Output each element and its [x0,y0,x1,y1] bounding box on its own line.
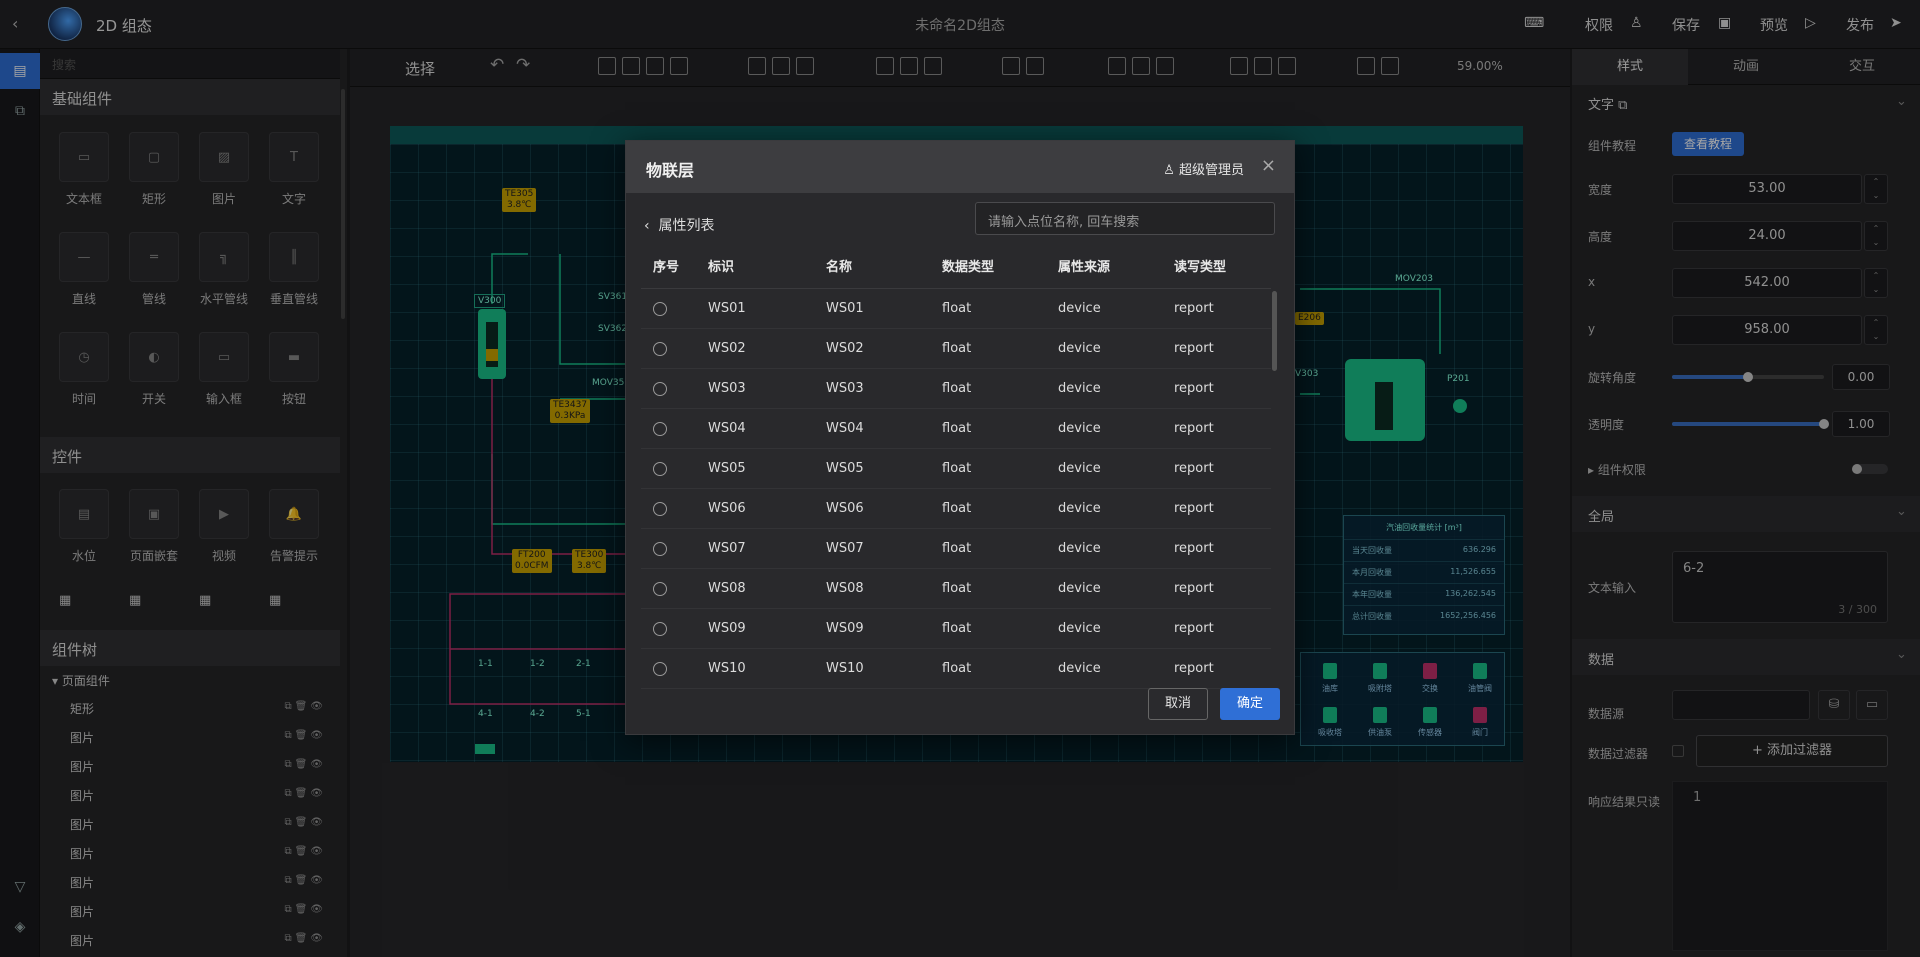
cell-rw: report [1174,301,1214,316]
table-scrollbar[interactable] [1272,291,1277,371]
col-rw-type: 读写类型 [1174,260,1227,275]
table-row[interactable]: WS02 WS02 float device report [641,329,1271,369]
cell-type: float [942,301,972,316]
cell-id: WS09 [708,621,746,636]
row-radio[interactable] [653,302,667,316]
cell-name: WS07 [826,541,864,556]
current-user: ♙ 超级管理员 [1163,163,1244,178]
confirm-button[interactable]: 确定 [1220,688,1280,720]
cell-rw: report [1174,421,1214,436]
cell-type: float [942,621,972,636]
table-row[interactable]: WS04 WS04 float device report [641,409,1271,449]
cell-id: WS08 [708,581,746,596]
cell-type: float [942,501,972,516]
table-row[interactable]: WS06 WS06 float device report [641,489,1271,529]
cell-type: float [942,581,972,596]
cell-source: device [1058,301,1101,316]
table-row[interactable]: WS05 WS05 float device report [641,449,1271,489]
dialog-header: 物联层 ♙ 超级管理员 × [626,141,1294,193]
back-to-list-button[interactable]: ‹ 属性列表 [644,215,715,235]
row-radio[interactable] [653,502,667,516]
table-body: WS01 WS01 float device report WS02 WS02 float de… [641,289,1271,689]
table-row[interactable]: WS10 WS10 float device report [641,649,1271,689]
user-icon: ♙ [1163,163,1179,178]
cell-name: WS02 [826,341,864,356]
cell-source: device [1058,661,1101,676]
cell-id: WS04 [708,421,746,436]
cell-type: float [942,381,972,396]
cell-rw: report [1174,541,1214,556]
row-radio[interactable] [653,422,667,436]
cell-name: WS01 [826,301,864,316]
table-row[interactable]: WS03 WS03 float device report [641,369,1271,409]
cell-id: WS03 [708,381,746,396]
dialog-title: 物联层 [646,161,695,180]
cell-source: device [1058,501,1101,516]
chevron-left-icon: ‹ [644,218,659,234]
cell-type: float [942,461,972,476]
cell-name: WS08 [826,581,864,596]
cell-type: float [942,341,972,356]
col-data-type: 数据类型 [942,260,995,275]
col-name: 名称 [826,260,853,275]
row-radio[interactable] [653,542,667,556]
col-source: 属性来源 [1058,260,1111,275]
cell-source: device [1058,621,1101,636]
cell-name: WS09 [826,621,864,636]
cell-rw: report [1174,501,1214,516]
table-row[interactable]: WS07 WS07 float device report [641,529,1271,569]
cell-id: WS02 [708,341,746,356]
cell-source: device [1058,421,1101,436]
cell-id: WS07 [708,541,746,556]
attribute-table: 序号 标识 名称 数据类型 属性来源 读写类型 WS01 WS01 float dev… [641,247,1271,689]
cell-source: device [1058,381,1101,396]
cell-rw: report [1174,341,1214,356]
cell-source: device [1058,341,1101,356]
col-index: 序号 [653,260,680,275]
cell-name: WS03 [826,381,864,396]
row-radio[interactable] [653,462,667,476]
cell-source: device [1058,581,1101,596]
row-radio[interactable] [653,582,667,596]
cell-type: float [942,421,972,436]
cell-rw: report [1174,581,1214,596]
table-row[interactable]: WS09 WS09 float device report [641,609,1271,649]
cell-name: WS05 [826,461,864,476]
cell-type: float [942,541,972,556]
cell-rw: report [1174,461,1214,476]
cell-id: WS06 [708,501,746,516]
row-radio[interactable] [653,622,667,636]
cancel-button[interactable]: 取消 [1148,688,1208,720]
cell-name: WS10 [826,661,864,676]
cell-rw: report [1174,661,1214,676]
point-search-input[interactable]: 请输入点位名称, 回车搜索 [975,202,1275,235]
row-radio[interactable] [653,662,667,676]
col-id: 标识 [708,260,735,275]
cell-id: WS05 [708,461,746,476]
cell-rw: report [1174,621,1214,636]
cell-source: device [1058,461,1101,476]
cell-id: WS01 [708,301,746,316]
row-radio[interactable] [653,342,667,356]
table-row[interactable]: WS01 WS01 float device report [641,289,1271,329]
cell-name: WS06 [826,501,864,516]
cell-id: WS10 [708,661,746,676]
cell-name: WS04 [826,421,864,436]
cell-source: device [1058,541,1101,556]
iot-layer-dialog: 物联层 ♙ 超级管理员 × ‹ 属性列表 请输入点位名称, 回车搜索 序号 标识… [625,140,1295,735]
cell-type: float [942,661,972,676]
table-row[interactable]: WS08 WS08 float device report [641,569,1271,609]
row-radio[interactable] [653,382,667,396]
close-icon[interactable]: × [1261,155,1276,176]
cell-rw: report [1174,381,1214,396]
table-header: 序号 标识 名称 数据类型 属性来源 读写类型 [641,247,1271,289]
